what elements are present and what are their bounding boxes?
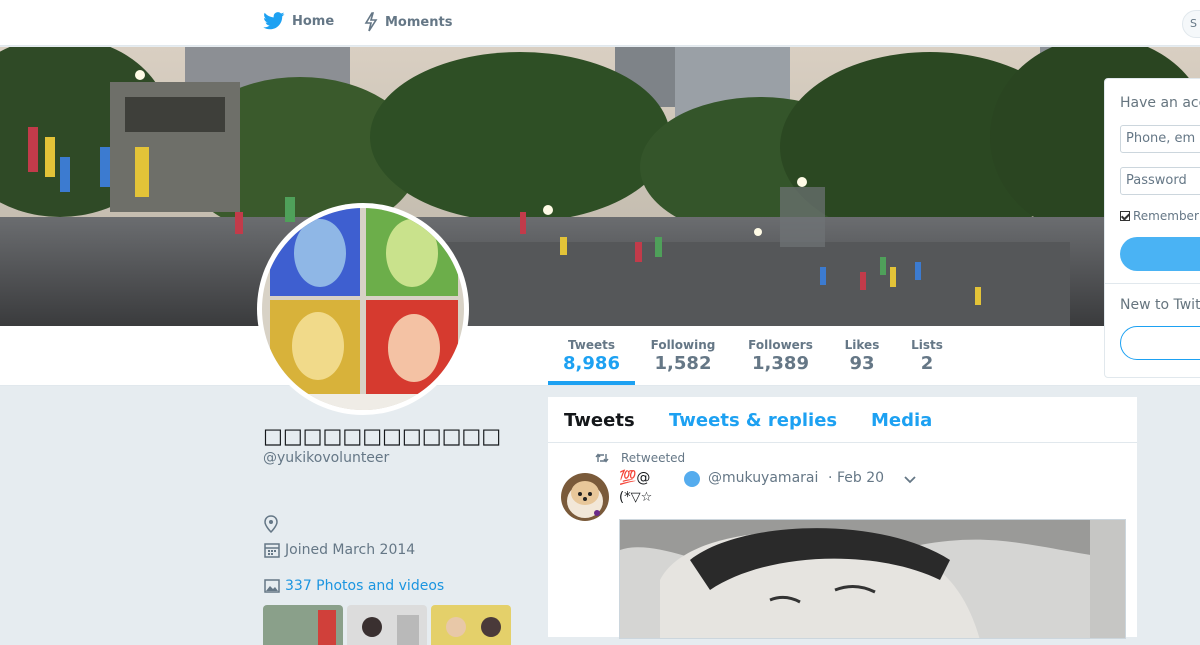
profile-banner <box>0 47 1200 326</box>
login-button[interactable] <box>1120 237 1200 271</box>
remember-me-label: Remember <box>1133 209 1199 223</box>
photo-thumbnails <box>263 605 511 645</box>
signup-title: New to Twit <box>1120 297 1200 313</box>
timeline-tabs: Tweets Tweets & replies Media <box>548 397 1137 443</box>
location-pin-icon <box>264 515 278 533</box>
calendar-icon <box>264 543 280 558</box>
location-row <box>263 515 279 533</box>
nav-moments[interactable]: Moments <box>364 12 452 32</box>
tab-media[interactable]: Media <box>871 410 932 431</box>
password-input[interactable]: Password <box>1120 167 1200 195</box>
stat-tweets-value: 8,986 <box>563 353 620 374</box>
photos-videos-link[interactable]: 337 Photos and videos <box>285 578 444 594</box>
tweet-author-name-cont: (*▽☆ <box>619 490 653 505</box>
lightning-icon <box>364 12 378 32</box>
author-badge-icon <box>684 471 700 487</box>
stat-followers[interactable]: Followers 1,389 <box>742 338 819 374</box>
tweet-author-avatar[interactable] <box>561 473 609 521</box>
login-title: Have an acc <box>1120 95 1200 111</box>
tweet-author-handle[interactable]: @mukuyamarai <box>708 470 818 486</box>
stat-lists[interactable]: Lists 2 <box>906 338 948 374</box>
stat-lists-value: 2 <box>920 353 934 374</box>
tab-tweets[interactable]: Tweets <box>564 410 635 431</box>
retweeted-label: Retweeted <box>621 451 686 465</box>
photo-thumbnail[interactable] <box>347 605 427 645</box>
phone-email-input[interactable]: Phone, em <box>1120 125 1200 153</box>
timeline-panel: Tweets Tweets & replies Media Retweeted … <box>548 397 1137 639</box>
tweet-author-name[interactable]: 💯@ <box>619 470 650 486</box>
photo-thumbnail[interactable] <box>263 605 343 645</box>
photos-row[interactable]: 337 Photos and videos <box>263 577 444 595</box>
tab-tweets-replies[interactable]: Tweets & replies <box>669 410 837 431</box>
nav-home-label: Home <box>292 13 335 29</box>
stat-likes-value: 93 <box>849 353 875 374</box>
image-icon <box>264 579 280 593</box>
stat-followers-label: Followers <box>748 338 813 352</box>
retweet-icon <box>595 453 609 463</box>
photo-thumbnail[interactable] <box>431 605 511 645</box>
stat-likes-label: Likes <box>844 338 880 352</box>
stat-tweets[interactable]: Tweets 8,986 <box>548 338 635 374</box>
login-card: Have an acc Phone, em Password Remember … <box>1104 78 1200 378</box>
tweet-media-image[interactable] <box>619 519 1126 639</box>
profile-handle[interactable]: @yukikovolunteer <box>263 450 389 466</box>
twitter-bird-icon <box>263 12 285 30</box>
retweet-context: Retweeted <box>595 451 685 465</box>
profile-avatar[interactable] <box>257 203 469 415</box>
chevron-down-icon <box>904 476 916 484</box>
stat-likes[interactable]: Likes 93 <box>840 338 884 374</box>
top-nav-bar: Home Moments S <box>0 0 1200 46</box>
tweet-separator: · <box>828 470 833 486</box>
tweet-date[interactable]: Feb 20 <box>837 470 884 486</box>
tweet-menu-button[interactable] <box>903 473 917 489</box>
remember-me-row[interactable]: Remember <box>1120 209 1199 223</box>
login-divider <box>1105 283 1200 284</box>
active-stat-underline <box>548 381 635 385</box>
joined-date: Joined March 2014 <box>285 542 416 558</box>
stat-followers-value: 1,389 <box>752 353 809 374</box>
stat-lists-label: Lists <box>911 338 943 352</box>
search-input[interactable]: S <box>1182 10 1200 38</box>
profile-stats-bar: Tweets 8,986 Following 1,582 Followers 1… <box>0 326 1200 386</box>
signup-button[interactable] <box>1120 326 1200 360</box>
profile-name: □□□□□□□□□□□□ <box>263 424 502 448</box>
stat-following-value: 1,582 <box>654 353 712 374</box>
stat-following-label: Following <box>650 338 716 352</box>
joined-row: Joined March 2014 <box>263 541 415 559</box>
stat-tweets-label: Tweets <box>567 338 616 352</box>
nav-home[interactable]: Home <box>263 12 334 30</box>
nav-moments-label: Moments <box>385 14 453 30</box>
stat-following[interactable]: Following 1,582 <box>645 338 721 374</box>
remember-me-checkbox[interactable] <box>1120 211 1130 221</box>
